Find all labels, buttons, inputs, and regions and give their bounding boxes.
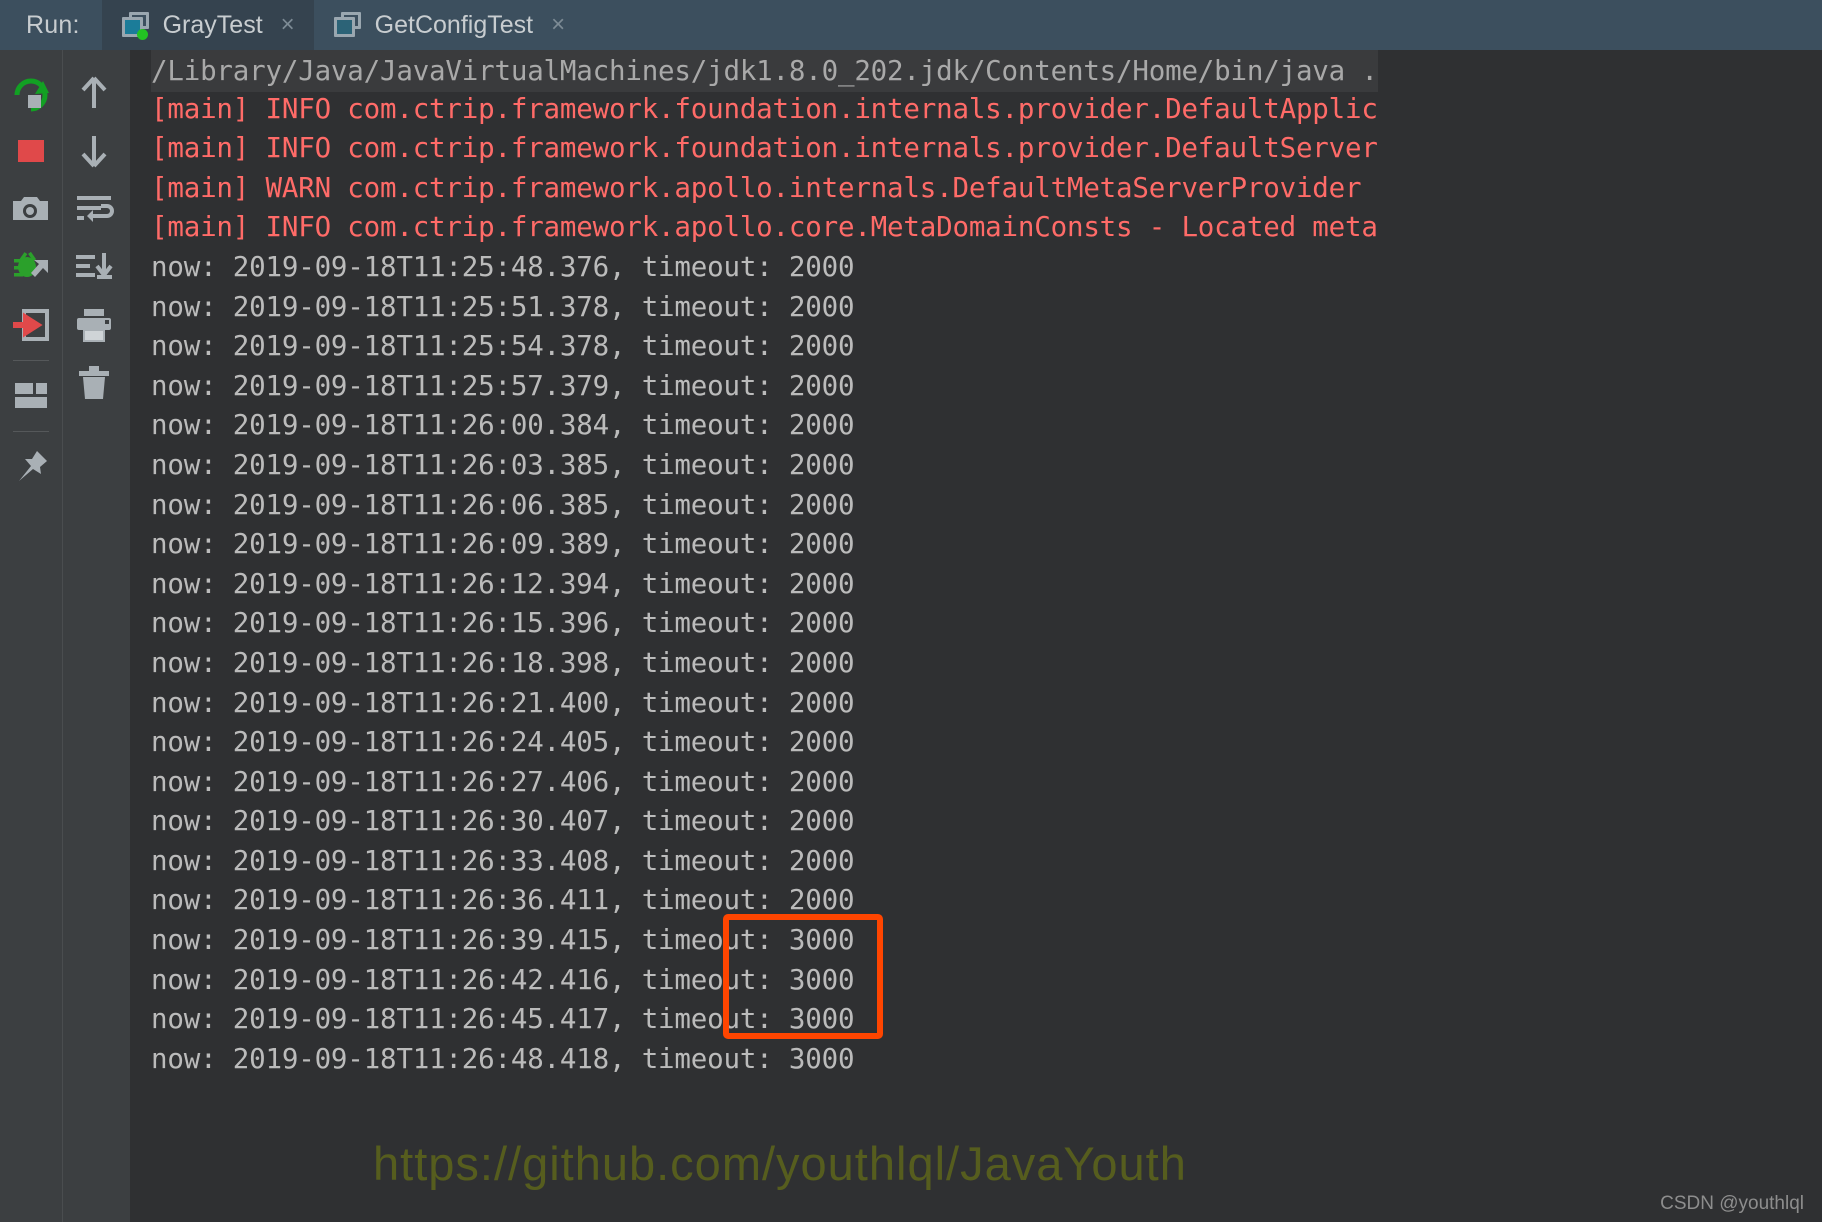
console-line-text: now: 2019-09-18T11:26:27.406, timeout: 2… [151, 765, 855, 798]
console-line: now: 2019-09-18T11:26:42.416, timeout: 3… [151, 961, 1822, 1001]
console-line: [main] INFO com.ctrip.framework.foundati… [151, 129, 1822, 169]
down-stack-trace-button[interactable] [65, 122, 123, 180]
pin-tab-button[interactable] [2, 438, 60, 496]
console-line: now: 2019-09-18T11:26:30.407, timeout: 2… [151, 802, 1822, 842]
console-line: now: 2019-09-18T11:25:48.376, timeout: 2… [151, 248, 1822, 288]
console-line: now: 2019-09-18T11:26:48.418, timeout: 3… [151, 1040, 1822, 1080]
console-line: now: 2019-09-18T11:26:24.405, timeout: 2… [151, 723, 1822, 763]
console-line: now: 2019-09-18T11:26:06.385, timeout: 2… [151, 486, 1822, 526]
console-line-text: now: 2019-09-18T11:26:06.385, timeout: 2… [151, 488, 855, 521]
console-line-text: now: 2019-09-18T11:25:57.379, timeout: 2… [151, 369, 855, 402]
stop-icon [18, 140, 44, 162]
layout-settings-button[interactable] [2, 367, 60, 425]
import-icon [13, 309, 49, 341]
tab-getconfigtest[interactable]: GetConfigTest × [314, 0, 584, 50]
console-line-text: now: 2019-09-18T11:26:12.394, timeout: 2… [151, 567, 855, 600]
run-tabbar: Run: GrayTest × GetConfigTest × [0, 0, 1822, 50]
run-configuration-icon [333, 12, 362, 38]
console-line: now: 2019-09-18T11:26:36.411, timeout: 2… [151, 881, 1822, 921]
console-line-text: now: 2019-09-18T11:26:48.418, timeout: 3… [151, 1042, 855, 1075]
console-line-text: now: 2019-09-18T11:25:51.378, timeout: 2… [151, 290, 855, 323]
console-line: [main] INFO com.ctrip.framework.apollo.c… [151, 208, 1822, 248]
console-line: now: 2019-09-18T11:26:00.384, timeout: 2… [151, 406, 1822, 446]
tab-graytest-close-icon[interactable]: × [276, 13, 298, 37]
run-label: Run: [26, 10, 80, 39]
console-line: now: 2019-09-18T11:26:15.396, timeout: 2… [151, 604, 1822, 644]
dump-threads-button[interactable] [2, 180, 60, 238]
run-tool-window: Run: GrayTest × GetConfigTest × /Library… [0, 0, 1822, 1222]
stop-button[interactable] [2, 122, 60, 180]
console-line: now: 2019-09-18T11:25:57.379, timeout: 2… [151, 367, 1822, 407]
console-line-text: [main] INFO com.ctrip.framework.foundati… [151, 132, 1378, 165]
console-line-text: now: 2019-09-18T11:26:15.396, timeout: 2… [151, 607, 855, 640]
run-body: /Library/Java/JavaVirtualMachines/jdk1.8… [0, 50, 1822, 1222]
pin-icon [19, 451, 47, 481]
console-output[interactable]: /Library/Java/JavaVirtualMachines/jdk1.8… [125, 50, 1822, 1222]
console-line-text: now: 2019-09-18T11:26:24.405, timeout: 2… [151, 726, 855, 759]
tab-getconfigtest-label: GetConfigTest [374, 10, 534, 39]
console-line-text: [main] WARN com.ctrip.framework.apollo.i… [151, 171, 1362, 204]
console-line-text: now: 2019-09-18T11:26:36.411, timeout: 2… [151, 884, 855, 917]
console-line-text: now: 2019-09-18T11:26:42.416, timeout: 3… [151, 963, 855, 996]
console-line: now: 2019-09-18T11:26:09.389, timeout: 2… [151, 525, 1822, 565]
console-line-text: now: 2019-09-18T11:26:21.400, timeout: 2… [151, 686, 855, 719]
run-actions-toolbar [0, 50, 62, 1222]
console-line-text: [main] INFO com.ctrip.framework.apollo.c… [151, 211, 1378, 244]
trash-icon [79, 366, 109, 399]
console-line: now: 2019-09-18T11:26:39.415, timeout: 3… [151, 921, 1822, 961]
console-line: [main] INFO com.ctrip.framework.foundati… [151, 90, 1822, 130]
console-line-text: now: 2019-09-18T11:26:39.415, timeout: 3… [151, 924, 855, 957]
console-line-text: now: 2019-09-18T11:26:09.389, timeout: 2… [151, 528, 855, 561]
camera-icon [13, 197, 48, 220]
console-line: [main] WARN com.ctrip.framework.apollo.i… [151, 169, 1822, 209]
rerun-icon [14, 78, 49, 112]
toolbar-separator [13, 360, 49, 361]
attach-debugger-button[interactable] [2, 238, 60, 296]
console-line: now: 2019-09-18T11:26:33.408, timeout: 2… [151, 842, 1822, 882]
console-line-text: [main] INFO com.ctrip.framework.foundati… [151, 92, 1378, 125]
console-line: now: 2019-09-18T11:26:21.400, timeout: 2… [151, 684, 1822, 724]
console-line: now: 2019-09-18T11:26:03.385, timeout: 2… [151, 446, 1822, 486]
console-line-text: now: 2019-09-18T11:26:33.408, timeout: 2… [151, 844, 855, 877]
run-configuration-icon [121, 12, 150, 40]
clear-all-button[interactable] [65, 354, 123, 412]
console-line: now: 2019-09-18T11:26:45.417, timeout: 3… [151, 1000, 1822, 1040]
console-actions-toolbar [62, 50, 125, 1222]
console-line-text: now: 2019-09-18T11:26:18.398, timeout: 2… [151, 646, 855, 679]
console-text: /Library/Java/JavaVirtualMachines/jdk1.8… [125, 50, 1822, 1222]
layout-icon [15, 383, 47, 408]
console-line: now: 2019-09-18T11:25:54.378, timeout: 2… [151, 327, 1822, 367]
print-button[interactable] [65, 296, 123, 354]
console-line: now: 2019-09-18T11:26:12.394, timeout: 2… [151, 565, 1822, 605]
console-line: /Library/Java/JavaVirtualMachines/jdk1.8… [151, 50, 1822, 92]
console-line: now: 2019-09-18T11:26:27.406, timeout: 2… [151, 763, 1822, 803]
console-line-text: now: 2019-09-18T11:25:48.376, timeout: 2… [151, 250, 855, 283]
soft-wrap-button[interactable] [65, 180, 123, 238]
rerun-button[interactable] [2, 64, 60, 122]
console-line-text: now: 2019-09-18T11:25:54.378, timeout: 2… [151, 330, 855, 363]
scroll-to-end-button[interactable] [65, 238, 123, 296]
scroll-to-end-icon [76, 253, 113, 279]
console-line-text: now: 2019-09-18T11:26:00.384, timeout: 2… [151, 409, 855, 442]
tab-graytest[interactable]: GrayTest × [101, 0, 314, 50]
up-stack-trace-button[interactable] [65, 64, 123, 122]
tab-graytest-label: GrayTest [162, 10, 263, 39]
arrow-down-icon [81, 136, 107, 168]
toolbar-separator [13, 431, 49, 432]
soft-wrap-icon [77, 196, 114, 222]
console-line-text: now: 2019-09-18T11:26:45.417, timeout: 3… [151, 1003, 855, 1036]
console-line-text: now: 2019-09-18T11:26:30.407, timeout: 2… [151, 805, 855, 838]
console-line: now: 2019-09-18T11:26:18.398, timeout: 2… [151, 644, 1822, 684]
import-button[interactable] [2, 296, 60, 354]
console-line-text: /Library/Java/JavaVirtualMachines/jdk1.8… [151, 50, 1378, 92]
arrow-up-icon [81, 76, 107, 108]
tab-getconfigtest-close-icon[interactable]: × [546, 13, 568, 37]
console-line-text: now: 2019-09-18T11:26:03.385, timeout: 2… [151, 448, 855, 481]
console-line: now: 2019-09-18T11:25:51.378, timeout: 2… [151, 288, 1822, 328]
debug-attach-icon [14, 251, 48, 277]
print-icon [77, 309, 111, 342]
